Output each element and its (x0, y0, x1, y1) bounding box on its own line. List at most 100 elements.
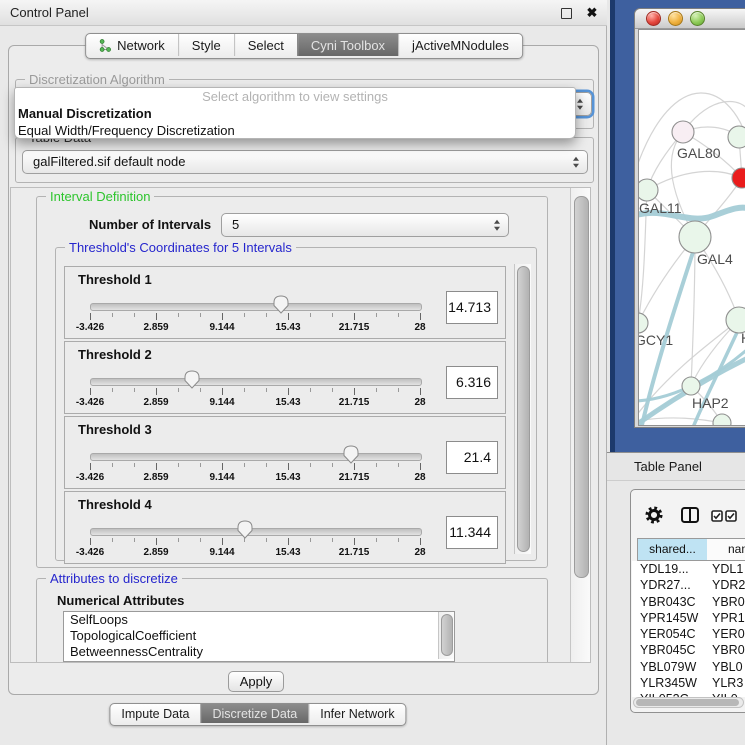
zoom-traffic-light-icon[interactable] (690, 11, 705, 26)
slider-major-tick (156, 538, 157, 545)
cell-shared-name: YBR043C (640, 595, 696, 609)
cell-shared-name: YDR27... (640, 578, 691, 592)
combo-arrows-icon (577, 99, 583, 110)
table-rows: YDL19...YDL1YDR27...YDR2YBR043CYBR0YPR14… (632, 561, 745, 697)
tab-style[interactable]: Style (178, 34, 234, 56)
table-row[interactable]: YPR145WYPR1 (632, 610, 745, 626)
slider-tick-label: 21.715 (339, 322, 370, 333)
network-node-GAL11-node[interactable] (638, 179, 658, 201)
algorithm-option[interactable]: Equal Width/Frequency Discretization (15, 122, 575, 139)
network-node-red-node[interactable] (732, 168, 745, 188)
select-all-columns-button[interactable] (711, 509, 723, 521)
slider-major-tick (222, 538, 223, 545)
network-node-label: GAL4 (697, 251, 733, 267)
network-node-GAL4-node[interactable] (679, 221, 711, 253)
thresholds-scrollbar-thumb[interactable] (517, 266, 530, 552)
network-node-GAL80-node[interactable] (672, 121, 694, 143)
slider-handle[interactable] (343, 445, 359, 464)
threshold-value-input[interactable]: 21.4 (446, 441, 498, 474)
tab-network[interactable]: Network (86, 34, 178, 56)
slider-minor-tick (376, 463, 377, 467)
slider-minor-tick (200, 313, 201, 317)
slider-handle[interactable] (184, 370, 200, 389)
settings-scrollbar[interactable] (570, 188, 591, 662)
dropdown-options: Manual DiscretizationEqual Width/Frequen… (15, 105, 575, 139)
control-panel-titlebar: Control Panel ✖ (0, 0, 607, 26)
slider-track[interactable] (90, 528, 422, 536)
threshold-value-input[interactable]: 14.713 (446, 291, 498, 324)
slider-minor-tick (134, 388, 135, 392)
settings-scrollbar-thumb[interactable] (574, 196, 589, 578)
bottom-tab-discretize-data[interactable]: Discretize Data (201, 704, 309, 723)
apply-button[interactable]: Apply (228, 671, 284, 692)
column-layout-button[interactable] (681, 507, 699, 523)
attribute-item[interactable]: TopologicalCoefficient (64, 628, 454, 644)
slider-major-tick (354, 313, 355, 320)
table-data-combobox[interactable]: galFiltered.sif default node (22, 150, 588, 174)
table-row[interactable]: YBR045CYBR0 (632, 642, 745, 658)
interval-definition-group: Interval Definition Number of Intervals … (36, 196, 548, 568)
numerical-attributes-list: SelfLoopsTopologicalCoefficientBetweenne… (63, 611, 455, 662)
cell-name: YBR0 (712, 643, 745, 657)
slider-minor-tick (266, 538, 267, 542)
table-row[interactable]: YDL19...YDL1 (632, 561, 745, 577)
slider-tick-label: 15.43 (275, 472, 300, 483)
network-node-node[interactable] (728, 126, 745, 148)
interval-definition-group-title: Interval Definition (46, 189, 154, 204)
attribute-item[interactable]: BetweennessCentrality (64, 644, 454, 660)
thresholds-scrollbar[interactable] (514, 264, 531, 554)
table-settings-button[interactable] (645, 506, 663, 524)
slider-track[interactable] (90, 378, 422, 386)
table-header-shared-name[interactable]: shared... (637, 538, 708, 561)
tab-select[interactable]: Select (234, 34, 297, 56)
threshold-value-input[interactable]: 6.316 (446, 366, 498, 399)
table-row[interactable]: YER054CYER0 (632, 626, 745, 642)
slider-tick-label: -3.426 (76, 397, 104, 408)
threshold-value-input[interactable]: 11.344 (446, 516, 498, 549)
table-row[interactable]: YLR345WYLR3 (632, 675, 745, 691)
network-canvas[interactable]: GAL80GGAL11CGAL4GCY1HHAP2 (638, 29, 745, 426)
attributes-scrollbar-thumb[interactable] (441, 614, 453, 656)
cyni-bottom-tabbar: Impute DataDiscretize Data Infer Network (109, 703, 406, 726)
threshold-panel-2: Threshold 2-3.4262.8599.14415.4321.71528… (64, 341, 506, 414)
slider-track[interactable] (90, 453, 422, 461)
close-icon[interactable]: ✖ (583, 4, 601, 22)
slider-minor-tick (112, 313, 113, 317)
network-node-node[interactable] (713, 414, 731, 425)
slider-tick-label: 28 (414, 322, 425, 333)
close-traffic-light-icon[interactable] (646, 11, 661, 26)
threshold-label: Threshold 4 (78, 497, 152, 512)
table-horizontal-scrollbar-thumb[interactable] (636, 699, 739, 706)
tab-label: Infer Network (320, 707, 394, 721)
algorithm-option[interactable]: Manual Discretization (15, 105, 575, 122)
float-window-icon[interactable] (561, 8, 572, 19)
attribute-item[interactable]: SelfLoops (64, 612, 454, 628)
checkbox-checked-icon (725, 510, 737, 522)
thresholds-group-title: Threshold's Coordinates for 5 Intervals (65, 240, 296, 255)
minimize-traffic-light-icon[interactable] (668, 11, 683, 26)
slider-major-tick (90, 463, 91, 470)
threshold-label: Threshold 1 (78, 272, 152, 287)
slider-major-tick (420, 313, 421, 320)
tab-cyni-toolbox[interactable]: Cyni Toolbox (297, 34, 398, 56)
table-row[interactable]: YBL079WYBL0 (632, 659, 745, 675)
slider-handle[interactable] (273, 295, 289, 314)
network-node-GCY1-node[interactable] (638, 313, 648, 333)
bottom-tab-infer-network[interactable]: Infer Network (308, 704, 405, 723)
network-node-HAP2-node[interactable] (682, 377, 700, 395)
cell-shared-name: YDL19... (640, 562, 689, 576)
network-node-label: GCY1 (638, 332, 673, 348)
slider-tick-label: 28 (414, 547, 425, 558)
table-row[interactable]: YBR043CYBR0 (632, 594, 745, 610)
discretization-algorithm-group-title: Discretization Algorithm (25, 72, 169, 87)
number-of-intervals-combobox[interactable]: 5 (221, 213, 509, 237)
bottom-tab-impute-data[interactable]: Impute Data (110, 704, 200, 723)
tab-jactivemnodules[interactable]: jActiveMNodules (398, 34, 522, 56)
slider-handle[interactable] (237, 520, 253, 539)
table-header-name[interactable]: name (707, 538, 745, 561)
slider-track[interactable] (90, 303, 422, 311)
table-row[interactable]: YDR27...YDR2 (632, 577, 745, 593)
attributes-scrollbar[interactable] (438, 612, 454, 659)
unselect-all-columns-button[interactable] (725, 509, 737, 521)
tab-label: jActiveMNodules (412, 38, 509, 53)
